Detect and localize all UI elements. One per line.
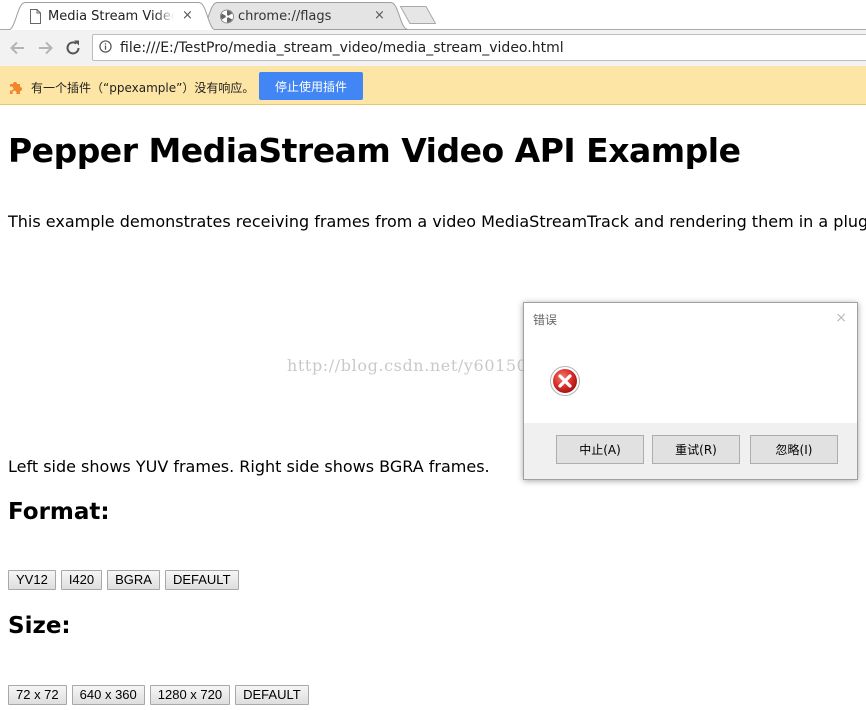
dialog-close-icon[interactable]: × [835,310,847,326]
url-text[interactable]: file:///E:/TestPro/media_stream_video/me… [120,40,564,56]
tab-chrome-flags[interactable]: chrome://flags × [200,2,408,30]
plugin-infobar: 有一个插件（“ppexample”）没有响应。 停止使用插件 [0,66,866,105]
frames-note: Left side shows YUV frames. Right side s… [8,457,490,476]
tab-close-icon[interactable]: × [182,9,193,23]
format-bgra-button[interactable]: BGRA [107,570,160,590]
size-72x72-button[interactable]: 72 x 72 [8,685,67,705]
size-heading: Size: [8,613,71,639]
abort-button[interactable]: 中止(A) [556,435,644,464]
error-dialog: 错误 × 中止(A) 重试(R) 忽略(I) [523,302,858,480]
browser-toolbar: file:///E:/TestPro/media_stream_video/me… [0,30,866,66]
back-arrow-icon[interactable] [8,38,28,58]
size-button-row: 72 x 72 640 x 360 1280 x 720 DEFAULT [8,685,314,705]
puzzle-piece-icon [10,82,22,94]
forward-arrow-icon[interactable] [35,38,55,58]
stop-plugin-button[interactable]: 停止使用插件 [259,72,363,100]
infobar-message: 有一个插件（“ppexample”）没有响应。 [31,81,255,95]
tab-close-icon[interactable]: × [374,9,385,23]
dialog-footer: 中止(A) 重试(R) 忽略(I) [524,423,857,479]
address-bar[interactable]: file:///E:/TestPro/media_stream_video/me… [92,34,866,61]
reload-icon[interactable] [63,38,83,58]
page-description: This example demonstrates receiving fram… [8,212,866,231]
size-default-button[interactable]: DEFAULT [235,685,309,705]
tab-strip: chrome://flags × Media Stream Video Ex × [0,0,866,30]
error-icon [550,366,580,396]
format-button-row: YV12 I420 BGRA DEFAULT [8,570,244,590]
dialog-title: 错误 [533,313,558,327]
format-yv12-button[interactable]: YV12 [8,570,56,590]
retry-button[interactable]: 重试(R) [652,435,740,464]
page-title: Pepper MediaStream Video API Example [8,131,741,170]
info-icon[interactable] [99,40,112,53]
document-icon [30,9,41,24]
tab-title: chrome://flags [238,9,332,24]
size-640x360-button[interactable]: 640 x 360 [71,685,145,705]
format-heading: Format: [8,499,110,525]
format-i420-button[interactable]: I420 [60,570,103,590]
tab-media-stream-video[interactable]: Media Stream Video Ex × [8,2,216,30]
ignore-button[interactable]: 忽略(I) [750,435,838,464]
format-default-button[interactable]: DEFAULT [164,570,239,590]
tab-title: Media Stream Video Ex [48,9,174,24]
radiation-icon [220,9,234,24]
size-1280x720-button[interactable]: 1280 x 720 [149,685,231,705]
